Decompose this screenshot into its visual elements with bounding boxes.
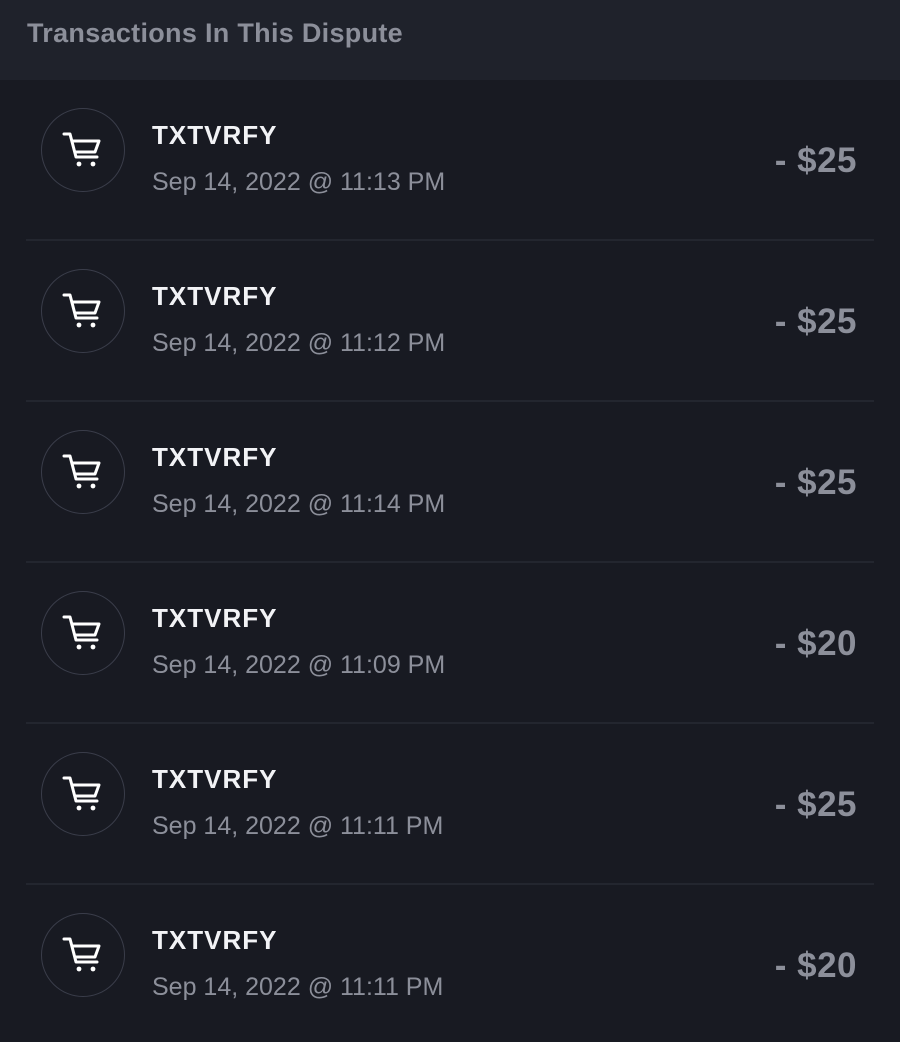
transaction-datetime: Sep 14, 2022 @ 11:14 PM xyxy=(152,490,446,518)
shopping-cart-icon xyxy=(41,591,125,675)
merchant-name: TXTVRFY xyxy=(152,603,278,633)
transaction-row[interactable]: TXTVRFY Sep 14, 2022 @ 11:11 PM - $25 xyxy=(0,724,900,885)
transaction-amount: - $20 xyxy=(774,946,857,985)
shopping-cart-icon xyxy=(41,752,125,836)
transaction-amount: - $20 xyxy=(774,624,857,663)
section-header: Transactions In This Dispute xyxy=(0,0,900,80)
transaction-datetime: Sep 14, 2022 @ 11:09 PM xyxy=(152,651,446,679)
transaction-datetime: Sep 14, 2022 @ 11:13 PM xyxy=(152,168,446,196)
transaction-datetime: Sep 14, 2022 @ 11:12 PM xyxy=(152,329,446,357)
transaction-row[interactable]: TXTVRFY Sep 14, 2022 @ 11:09 PM - $20 xyxy=(0,563,900,724)
shopping-cart-icon xyxy=(41,430,125,514)
shopping-cart-icon xyxy=(41,108,125,192)
transaction-list: TXTVRFY Sep 14, 2022 @ 11:13 PM - $25 TX… xyxy=(0,80,900,1042)
transaction-datetime: Sep 14, 2022 @ 11:11 PM xyxy=(152,973,444,1001)
dispute-transactions-screen: Transactions In This Dispute TXTVRFY Sep… xyxy=(0,0,900,1042)
transaction-amount: - $25 xyxy=(774,463,857,502)
transaction-datetime: Sep 14, 2022 @ 11:11 PM xyxy=(152,812,444,840)
merchant-name: TXTVRFY xyxy=(152,120,278,150)
shopping-cart-icon xyxy=(41,913,125,997)
transaction-row[interactable]: TXTVRFY Sep 14, 2022 @ 11:13 PM - $25 xyxy=(0,80,900,241)
transaction-row[interactable]: TXTVRFY Sep 14, 2022 @ 11:12 PM - $25 xyxy=(0,241,900,402)
transaction-amount: - $25 xyxy=(774,785,857,824)
transaction-amount: - $25 xyxy=(774,302,857,341)
transaction-row[interactable]: TXTVRFY Sep 14, 2022 @ 11:11 PM - $20 xyxy=(0,885,900,1042)
transaction-row[interactable]: TXTVRFY Sep 14, 2022 @ 11:14 PM - $25 xyxy=(0,402,900,563)
section-title: Transactions In This Dispute xyxy=(27,17,403,48)
merchant-name: TXTVRFY xyxy=(152,925,278,955)
transaction-amount: - $25 xyxy=(774,141,857,180)
merchant-name: TXTVRFY xyxy=(152,281,278,311)
merchant-name: TXTVRFY xyxy=(152,442,278,472)
merchant-name: TXTVRFY xyxy=(152,764,278,794)
shopping-cart-icon xyxy=(41,269,125,353)
